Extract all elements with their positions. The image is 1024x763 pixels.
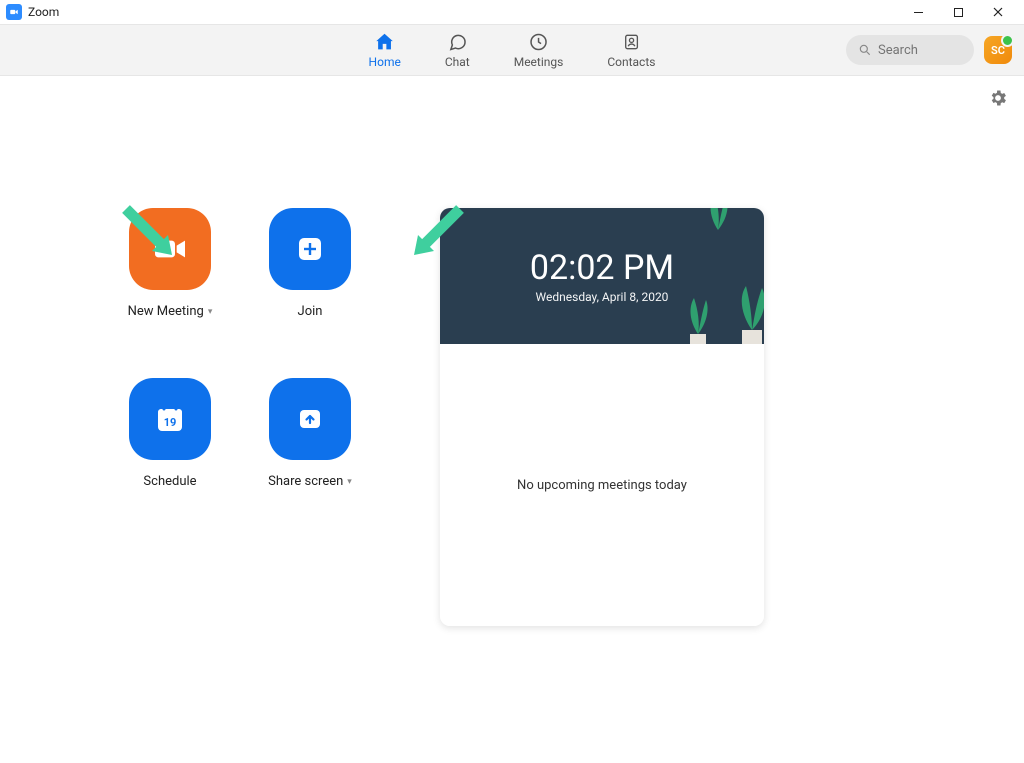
svg-text:19: 19: [164, 416, 177, 429]
plus-icon: [269, 208, 351, 290]
contacts-icon: [620, 31, 642, 53]
action-label: Schedule: [143, 474, 196, 489]
home-icon: [374, 31, 396, 53]
current-date: Wednesday, April 8, 2020: [536, 290, 669, 304]
window-minimize-button[interactable]: [898, 0, 938, 24]
nav-label: Chat: [445, 55, 470, 69]
action-label: New Meeting: [128, 304, 204, 319]
nav-bar: Home Chat Meetings Contacts SC: [0, 24, 1024, 76]
search-box[interactable]: [846, 35, 974, 65]
no-meetings-message: No upcoming meetings today: [517, 478, 687, 493]
search-input[interactable]: [878, 43, 958, 58]
panel-hero: 02:02 PM Wednesday, April 8, 2020: [440, 208, 764, 344]
share-screen-button[interactable]: Share screen ▾: [240, 378, 380, 538]
chat-icon: [446, 31, 468, 53]
upcoming-panel: 02:02 PM Wednesday, April 8, 2020 No upc…: [440, 208, 764, 626]
settings-button[interactable]: [988, 88, 1008, 112]
current-time: 02:02 PM: [530, 248, 674, 288]
nav-label: Home: [369, 55, 401, 69]
user-avatar[interactable]: SC: [984, 36, 1012, 64]
window-title: Zoom: [28, 5, 59, 19]
nav-label: Meetings: [514, 55, 564, 69]
schedule-button[interactable]: 19 Schedule: [100, 378, 240, 538]
join-button[interactable]: Join: [240, 208, 380, 368]
nav-tab-contacts[interactable]: Contacts: [607, 31, 655, 69]
search-icon: [858, 43, 872, 57]
plant-decoration-icon: [680, 298, 716, 344]
nav-tab-meetings[interactable]: Meetings: [514, 31, 564, 69]
nav-tab-home[interactable]: Home: [369, 31, 401, 69]
annotation-arrow-right: [398, 201, 468, 275]
avatar-initials: SC: [991, 44, 1005, 57]
annotation-arrow-left: [118, 201, 188, 275]
action-label: Share screen: [268, 474, 343, 489]
plant-decoration-icon: [698, 208, 738, 230]
chevron-down-icon[interactable]: ▾: [208, 307, 213, 317]
window-close-button[interactable]: [978, 0, 1018, 24]
share-icon: [269, 378, 351, 460]
nav-label: Contacts: [607, 55, 655, 69]
action-label: Join: [298, 304, 323, 319]
clock-icon: [528, 31, 550, 53]
title-bar: Zoom: [0, 0, 1024, 24]
window-maximize-button[interactable]: [938, 0, 978, 24]
gear-icon: [988, 88, 1008, 108]
calendar-icon: 19: [129, 378, 211, 460]
content-area: New Meeting ▾ Join 19 Schedule: [0, 76, 1024, 763]
panel-body: No upcoming meetings today: [440, 344, 764, 626]
chevron-down-icon[interactable]: ▾: [347, 477, 352, 487]
plant-decoration-icon: [730, 286, 764, 344]
zoom-logo-icon: [6, 4, 22, 20]
nav-tab-chat[interactable]: Chat: [445, 31, 470, 69]
